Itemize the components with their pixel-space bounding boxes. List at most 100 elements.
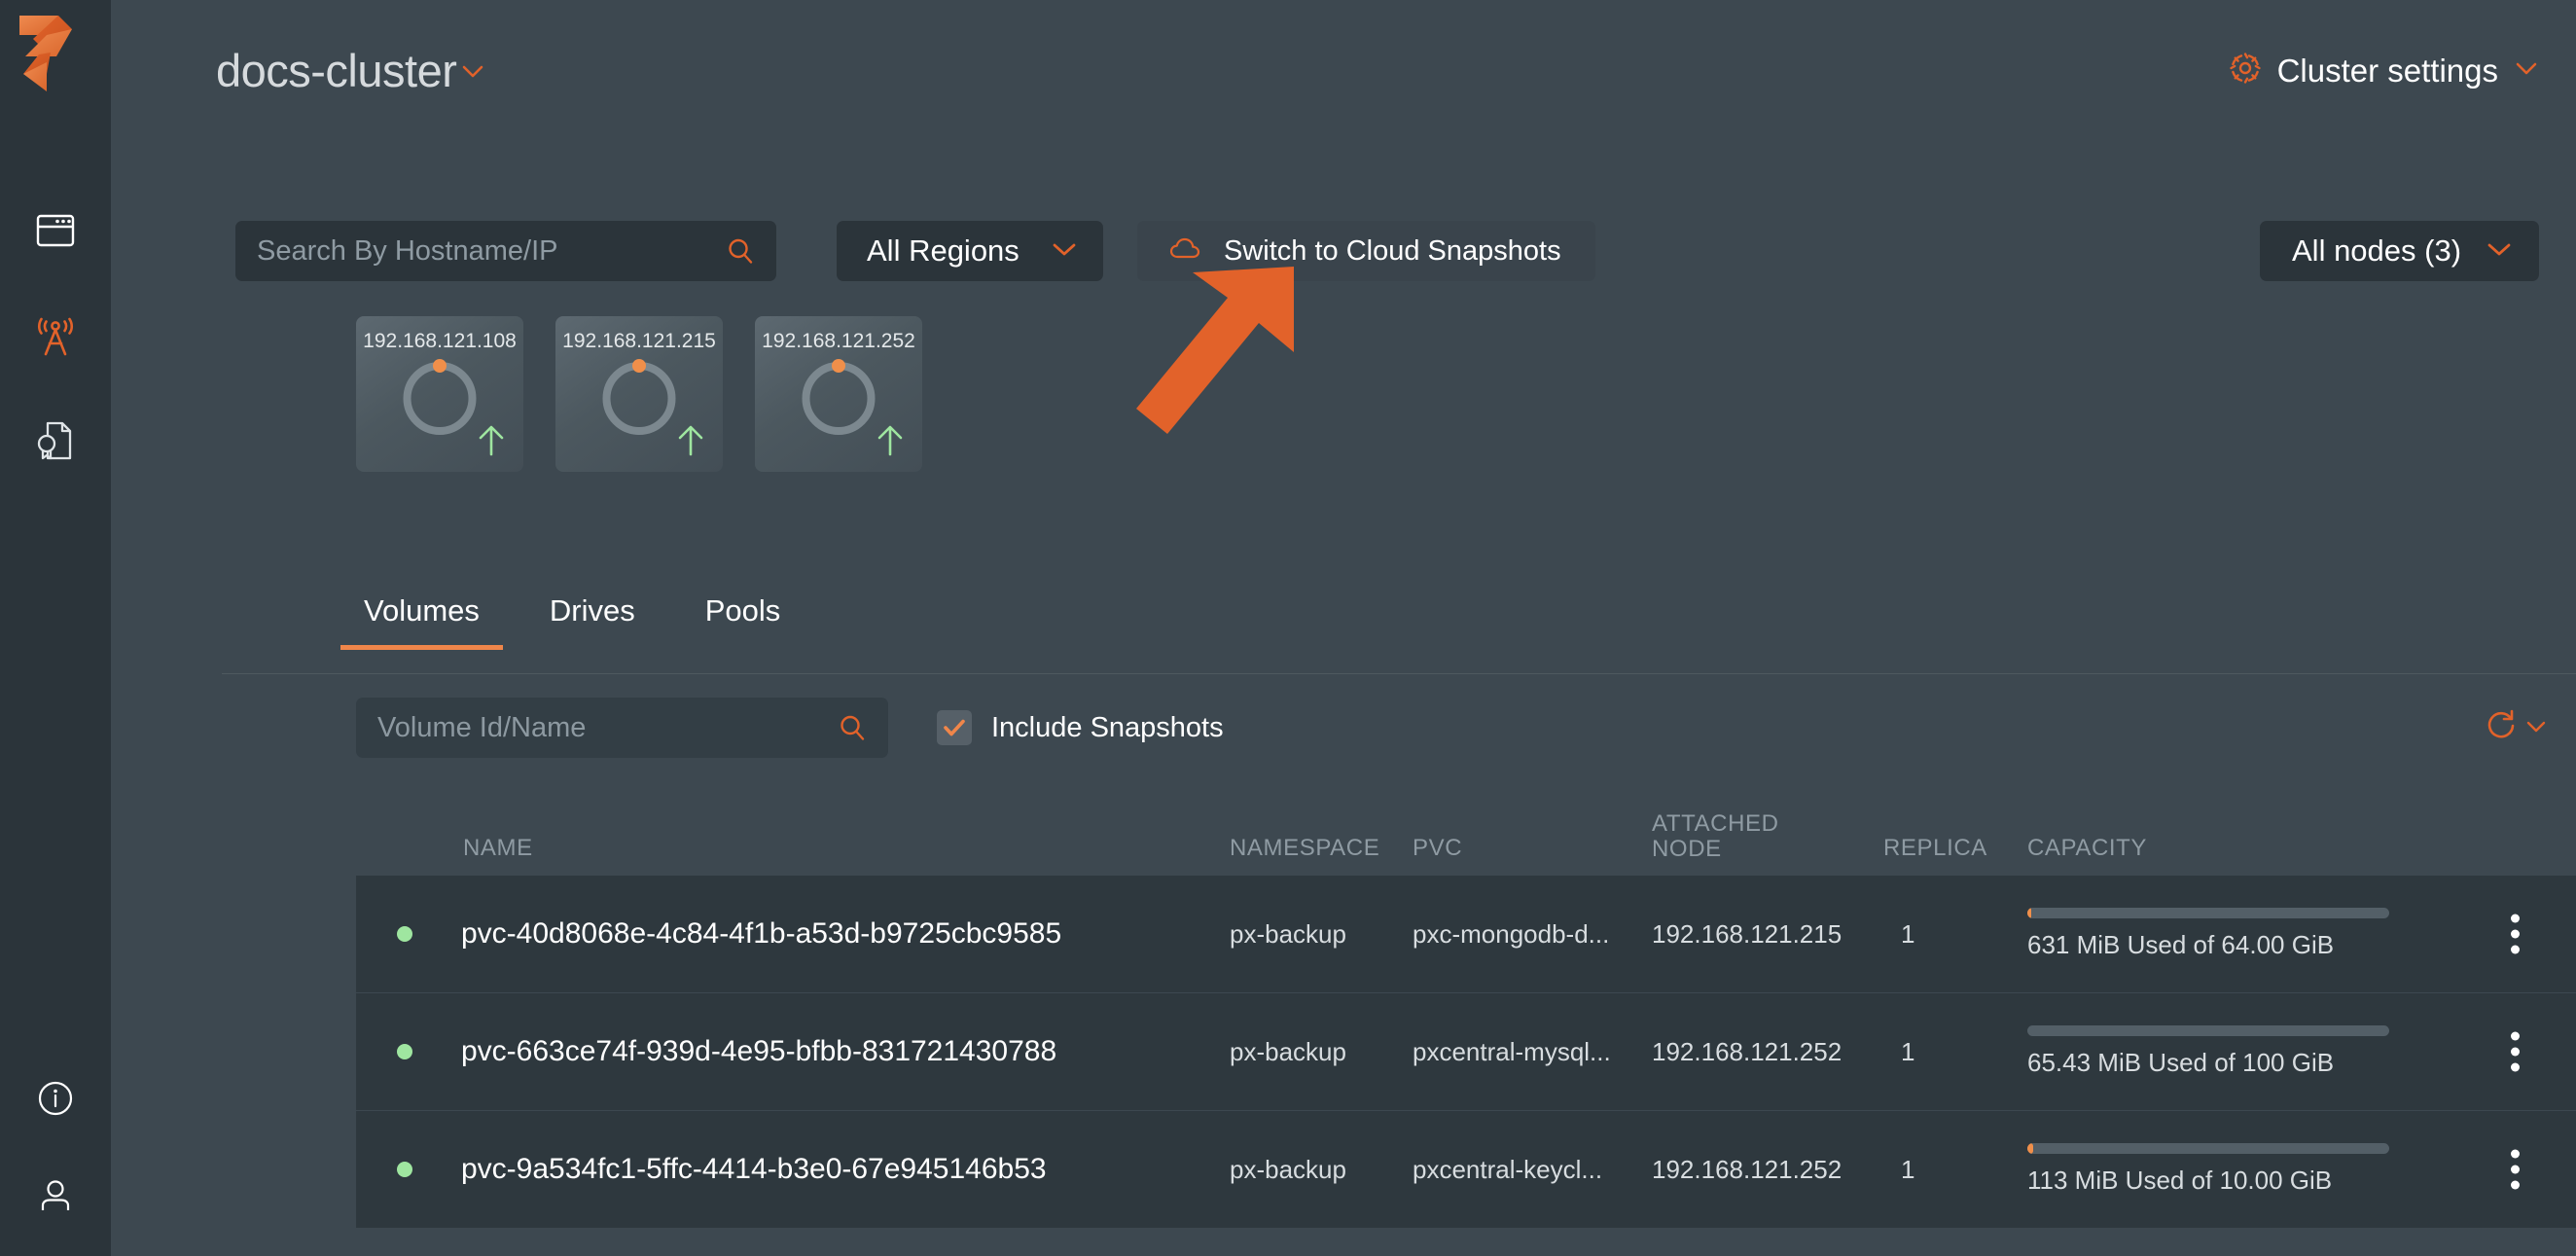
cell-attached-node: 192.168.121.252	[1652, 1037, 1883, 1067]
volumes-table: NAME NAMESPACE PVC ATTACHED NODE REPLICA…	[356, 778, 2576, 1229]
sidebar-item-monitoring[interactable]	[0, 285, 111, 390]
region-filter-dropdown[interactable]: All Regions	[837, 221, 1103, 281]
node-filter-label: All nodes (3)	[2292, 233, 2461, 269]
node-card[interactable]: 192.168.121.215	[555, 316, 723, 472]
cell-attached-node: 192.168.121.252	[1652, 1155, 1883, 1185]
capacity-progress-bar	[2027, 1143, 2389, 1154]
cell-capacity: 65.43 MiB Used of 100 GiB	[2027, 1025, 2533, 1078]
table-row[interactable]: pvc-663ce74f-939d-4e95-bfbb-831721430788…	[356, 993, 2576, 1111]
sidebar-item-info[interactable]	[0, 1052, 111, 1149]
status-dot-icon	[397, 1162, 412, 1177]
tab-pools[interactable]: Pools	[698, 593, 789, 650]
sidebar-nav	[0, 180, 111, 495]
user-icon	[37, 1177, 74, 1219]
column-header-name: NAME	[356, 835, 1230, 862]
node-card[interactable]: 192.168.121.252	[755, 316, 922, 472]
cell-namespace: px-backup	[1230, 1155, 1413, 1185]
cell-name: pvc-40d8068e-4c84-4f1b-a53d-b9725cbc9585	[356, 917, 1230, 951]
cell-pvc: pxcentral-mysql...	[1413, 1037, 1652, 1067]
node-usage-marker	[433, 359, 447, 373]
column-header-attached-node-line2: NODE	[1652, 837, 1883, 862]
toolbar: All Regions Switch to Cloud Snapshots	[235, 221, 1595, 281]
column-header-capacity: CAPACITY	[2027, 835, 2533, 862]
sidebar-item-license[interactable]	[0, 390, 111, 495]
row-menu-kebab-icon[interactable]	[2511, 1150, 2520, 1190]
node-ip-label: 192.168.121.215	[555, 330, 723, 353]
tab-volumes[interactable]: Volumes	[356, 593, 487, 650]
capacity-progress-bar	[2027, 908, 2389, 918]
node-status-up-arrow-icon	[874, 422, 907, 462]
cluster-selector-chevron-down-icon[interactable]	[460, 62, 485, 80]
node-ip-label: 192.168.121.252	[755, 330, 922, 353]
annotation-arrow	[1123, 263, 1337, 482]
node-usage-ring	[404, 362, 477, 435]
volume-name: pvc-9a534fc1-5ffc-4414-b3e0-67e945146b53	[461, 1153, 1047, 1186]
column-header-attached-node: ATTACHED NODE	[1652, 811, 1883, 862]
monitoring-tower-icon	[33, 314, 78, 362]
volume-filter-row: Include Snapshots	[356, 698, 1224, 758]
region-chevron-down-icon	[1050, 239, 1079, 264]
column-header-namespace: NAMESPACE	[1230, 835, 1413, 862]
search-input[interactable]	[257, 235, 726, 268]
node-ip-label: 192.168.121.108	[356, 330, 523, 353]
page-title-row[interactable]: docs-cluster	[216, 44, 485, 97]
cell-replica: 1	[1883, 919, 2027, 950]
search-icon[interactable]	[838, 713, 867, 742]
node-status-up-arrow-icon	[674, 422, 707, 462]
gear-icon	[2229, 52, 2262, 90]
node-card-list: 192.168.121.108 192.168.121.215	[356, 316, 922, 472]
include-snapshots-checkbox[interactable]	[937, 710, 972, 745]
tab-bar-divider	[222, 673, 2576, 674]
volume-search-field[interactable]	[356, 698, 888, 758]
info-icon	[37, 1080, 74, 1122]
switch-to-cloud-snapshots-button[interactable]: Switch to Cloud Snapshots	[1137, 221, 1595, 281]
cell-attached-node: 192.168.121.215	[1652, 919, 1883, 950]
node-usage-ring	[603, 362, 676, 435]
capacity-label: 631 MiB Used of 64.00 GiB	[2027, 930, 2533, 960]
cell-namespace: px-backup	[1230, 919, 1413, 950]
cluster-settings-button[interactable]: Cluster settings	[2229, 52, 2539, 90]
include-snapshots-toggle[interactable]: Include Snapshots	[937, 710, 1224, 745]
nodes-chevron-down-icon	[2485, 239, 2514, 264]
sidebar-item-dashboard[interactable]	[0, 180, 111, 285]
column-header-pvc: PVC	[1413, 835, 1652, 862]
cell-name: pvc-9a534fc1-5ffc-4414-b3e0-67e945146b53	[356, 1153, 1230, 1186]
page-title: docs-cluster	[216, 44, 456, 97]
capacity-label: 65.43 MiB Used of 100 GiB	[2027, 1048, 2533, 1078]
sidebar-bottom-nav	[0, 1052, 111, 1246]
row-menu-kebab-icon[interactable]	[2511, 1032, 2520, 1072]
refresh-control[interactable]	[2483, 707, 2549, 749]
tab-bar: Volumes Drives Pools	[356, 593, 842, 650]
volume-search-input[interactable]	[377, 712, 838, 744]
cell-capacity: 113 MiB Used of 10.00 GiB	[2027, 1143, 2533, 1196]
cell-pvc: pxc-mongodb-d...	[1413, 919, 1652, 950]
node-card[interactable]: 192.168.121.108	[356, 316, 523, 472]
status-dot-icon	[397, 926, 412, 942]
refresh-icon[interactable]	[2483, 707, 2520, 749]
cell-replica: 1	[1883, 1155, 2027, 1185]
volume-name: pvc-40d8068e-4c84-4f1b-a53d-b9725cbc9585	[461, 917, 1061, 951]
cell-namespace: px-backup	[1230, 1037, 1413, 1067]
refresh-chevron-down-icon[interactable]	[2523, 717, 2549, 739]
dashboard-icon	[36, 213, 75, 253]
cell-name: pvc-663ce74f-939d-4e95-bfbb-831721430788	[356, 1035, 1230, 1068]
hostname-search-field[interactable]	[235, 221, 776, 281]
table-header-row: NAME NAMESPACE PVC ATTACHED NODE REPLICA…	[356, 778, 2576, 876]
tab-drives[interactable]: Drives	[542, 593, 643, 650]
volume-name: pvc-663ce74f-939d-4e95-bfbb-831721430788	[461, 1035, 1056, 1068]
cell-pvc: pxcentral-keycl...	[1413, 1155, 1652, 1185]
capacity-progress-bar	[2027, 1025, 2389, 1036]
node-filter-dropdown[interactable]: All nodes (3)	[2260, 221, 2539, 281]
cloud-icon	[1169, 236, 1202, 267]
portworx-logo-icon	[18, 14, 78, 93]
search-icon[interactable]	[726, 236, 755, 266]
node-usage-marker	[632, 359, 646, 373]
switch-to-cloud-snapshots-label: Switch to Cloud Snapshots	[1224, 235, 1561, 268]
cell-capacity: 631 MiB Used of 64.00 GiB	[2027, 908, 2533, 960]
main-content: docs-cluster Cluster settings	[111, 0, 2576, 1256]
table-row[interactable]: pvc-40d8068e-4c84-4f1b-a53d-b9725cbc9585…	[356, 876, 2576, 993]
table-row[interactable]: pvc-9a534fc1-5ffc-4414-b3e0-67e945146b53…	[356, 1111, 2576, 1229]
sidebar-item-account[interactable]	[0, 1149, 111, 1246]
row-menu-kebab-icon[interactable]	[2511, 915, 2520, 954]
column-header-replica: REPLICA	[1883, 835, 2027, 862]
